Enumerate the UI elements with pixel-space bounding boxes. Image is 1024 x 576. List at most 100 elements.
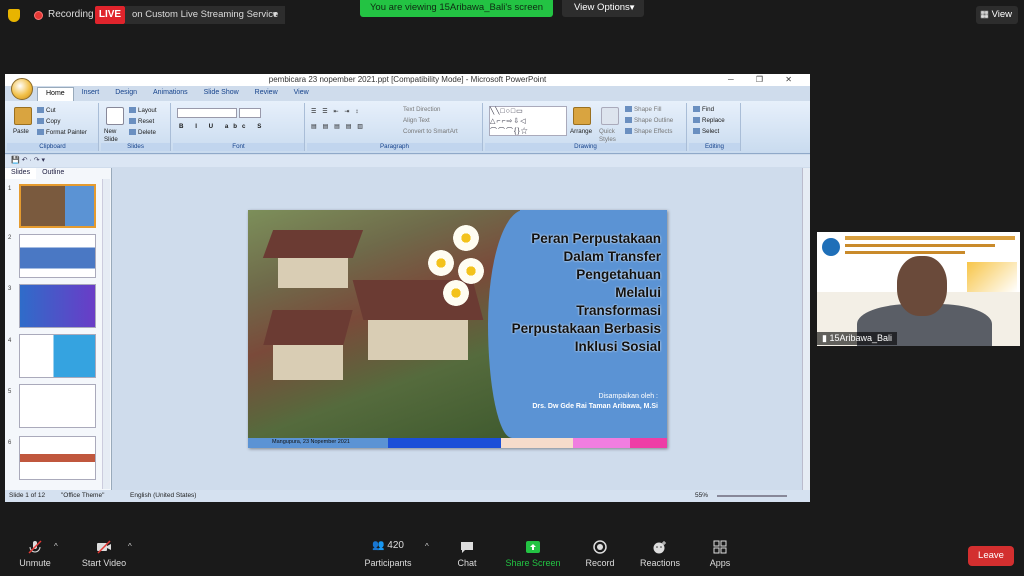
band-segment xyxy=(630,438,667,448)
slide-thumbnail[interactable] xyxy=(19,334,96,378)
copy-button[interactable]: Copy xyxy=(37,118,60,125)
participants-label: Participants xyxy=(364,558,412,568)
zoom-slider[interactable] xyxy=(717,495,787,497)
frangipani-flower xyxy=(443,280,469,306)
window-title: pembicara 23 nopember 2021.ppt [Compatib… xyxy=(5,74,810,86)
unmute-button[interactable]: Unmute xyxy=(0,540,70,568)
arrange-button[interactable]: Arrange xyxy=(570,128,592,135)
band-segment xyxy=(573,438,630,448)
slide-count: Slide 1 of 12 xyxy=(9,492,46,499)
font-group: B I U abc S Font xyxy=(173,103,305,151)
pane-scrollbar[interactable] xyxy=(102,179,110,489)
slide-thumbnail[interactable] xyxy=(19,234,96,278)
view-options-label: View Options xyxy=(574,2,630,13)
apps-grid-icon xyxy=(713,540,727,554)
shape-outline-button[interactable]: Shape Outline xyxy=(625,117,673,124)
roof-shape xyxy=(263,310,353,345)
list-buttons[interactable]: ☰ ☰ ⇤ ⇥ ↕ xyxy=(311,108,360,115)
layout-icon xyxy=(129,107,136,114)
reset-label: Reset xyxy=(138,118,155,125)
video-options-chevron-icon[interactable]: ^ xyxy=(128,542,132,551)
tab-home[interactable]: Home xyxy=(37,87,74,101)
live-badge[interactable]: LIVE xyxy=(95,6,125,24)
align-buttons[interactable]: ▤ ▤ ▤ ▤ ▥ xyxy=(311,123,365,130)
recording-dot-icon xyxy=(34,11,43,20)
shape-effects-button[interactable]: Shape Effects xyxy=(625,128,672,135)
tab-insert[interactable]: Insert xyxy=(74,87,108,101)
wall-shape xyxy=(278,258,348,288)
view-button[interactable]: ▦ View xyxy=(976,6,1018,24)
font-format-buttons[interactable]: B I U abc S xyxy=(179,123,266,130)
thumb-number: 6 xyxy=(8,440,12,446)
copy-label: Copy xyxy=(46,118,61,125)
security-shield-icon[interactable] xyxy=(8,9,20,22)
chat-bubble-icon xyxy=(461,542,473,553)
tab-review[interactable]: Review xyxy=(247,87,286,101)
format-painter-button[interactable]: Format Painter xyxy=(37,129,87,136)
chevron-down-icon: ▼ xyxy=(271,10,279,19)
participants-icon-row: 👥 420 xyxy=(353,540,423,554)
ribbon: Paste Cut Copy Format Painter Clipboard … xyxy=(5,101,810,154)
layout-button[interactable]: Layout xyxy=(129,107,157,114)
record-icon xyxy=(593,540,607,554)
paste-button[interactable]: Paste xyxy=(13,128,29,135)
view-options-button[interactable]: View Options ▼ xyxy=(562,0,644,17)
slide-thumbnail[interactable] xyxy=(19,384,96,428)
title-line: Inklusi Sosial xyxy=(574,339,661,354)
person-head xyxy=(897,256,947,316)
window-controls[interactable]: ─ ❐ ✕ xyxy=(728,74,802,86)
participants-chevron-icon[interactable]: ^ xyxy=(425,542,429,551)
tab-view[interactable]: View xyxy=(286,87,317,101)
leave-button[interactable]: Leave xyxy=(968,546,1014,566)
cut-button[interactable]: Cut xyxy=(37,107,56,114)
replace-button[interactable]: Replace xyxy=(693,117,725,124)
thumb-number: 5 xyxy=(8,389,12,395)
chat-button[interactable]: Chat xyxy=(432,540,502,568)
reset-button[interactable]: Reset xyxy=(129,118,154,125)
participants-button[interactable]: 👥 420 Participants xyxy=(353,540,423,568)
convert-smartart-button[interactable]: Convert to SmartArt xyxy=(403,128,458,135)
title-line: Perpustakaan Berbasis xyxy=(511,321,661,336)
quick-access-toolbar[interactable]: 💾 ↶ · ↷ ▾ xyxy=(5,155,810,167)
wall-shape xyxy=(273,345,343,380)
shape-fill-button[interactable]: Shape Fill xyxy=(625,106,662,113)
font-name-input[interactable] xyxy=(177,108,237,118)
apps-button[interactable]: Apps xyxy=(685,540,755,568)
slide-title: Peran Perpustakaan Dalam Transfer Penget… xyxy=(496,230,661,356)
share-screen-button[interactable]: Share Screen xyxy=(498,540,568,568)
language[interactable]: English (United States) xyxy=(130,490,196,502)
new-slide-button[interactable]: New Slide xyxy=(104,128,128,144)
delete-button[interactable]: Delete xyxy=(129,129,156,136)
share-screen-icon xyxy=(526,541,540,553)
current-slide[interactable]: Peran Perpustakaan Dalam Transfer Penget… xyxy=(248,210,667,448)
thumb-number: 4 xyxy=(8,338,12,344)
text-direction-button[interactable]: Text Direction xyxy=(403,106,440,113)
audio-options-chevron-icon[interactable]: ^ xyxy=(54,542,58,551)
zoom-level[interactable]: 55% xyxy=(695,490,708,502)
band-segment xyxy=(388,438,501,448)
slide-thumbnail[interactable] xyxy=(19,184,96,228)
quick-styles-button[interactable]: Quick Styles xyxy=(599,128,623,144)
select-button[interactable]: Select xyxy=(693,128,719,135)
live-stream-dropdown[interactable]: on Custom Live Streaming Service ▼ xyxy=(125,6,285,24)
replace-icon xyxy=(693,117,700,124)
find-label: Find xyxy=(702,106,715,113)
text-direction-label: Text Direction xyxy=(403,106,441,113)
slide-thumbnail[interactable] xyxy=(19,436,96,480)
align-text-button[interactable]: Align Text xyxy=(403,117,430,124)
tab-animations[interactable]: Animations xyxy=(145,87,196,101)
shapes-gallery[interactable]: ╲╲□○□▭ △⌐⌐⇨⇩◁ ⌒⌒⌒{}☆ xyxy=(489,106,567,136)
tab-slides[interactable]: Slides xyxy=(5,168,37,179)
tab-design[interactable]: Design xyxy=(107,87,145,101)
apps-label: Apps xyxy=(709,558,731,568)
vertical-scrollbar[interactable] xyxy=(802,168,810,490)
tab-outline[interactable]: Outline xyxy=(36,168,70,179)
find-button[interactable]: Find xyxy=(693,106,714,113)
office-button[interactable] xyxy=(11,78,33,100)
tab-slide-show[interactable]: Slide Show xyxy=(196,87,247,101)
convert-smartart-label: Convert to SmartArt xyxy=(403,128,458,135)
participant-video[interactable]: ▮ 15Aribawa_Bali xyxy=(817,232,1020,346)
slide-thumbnail[interactable] xyxy=(19,284,96,328)
font-size-input[interactable] xyxy=(239,108,261,118)
paragraph-group: ☰ ☰ ⇤ ⇥ ↕ ▤ ▤ ▤ ▤ ▥ Text Direction Align… xyxy=(307,103,483,151)
